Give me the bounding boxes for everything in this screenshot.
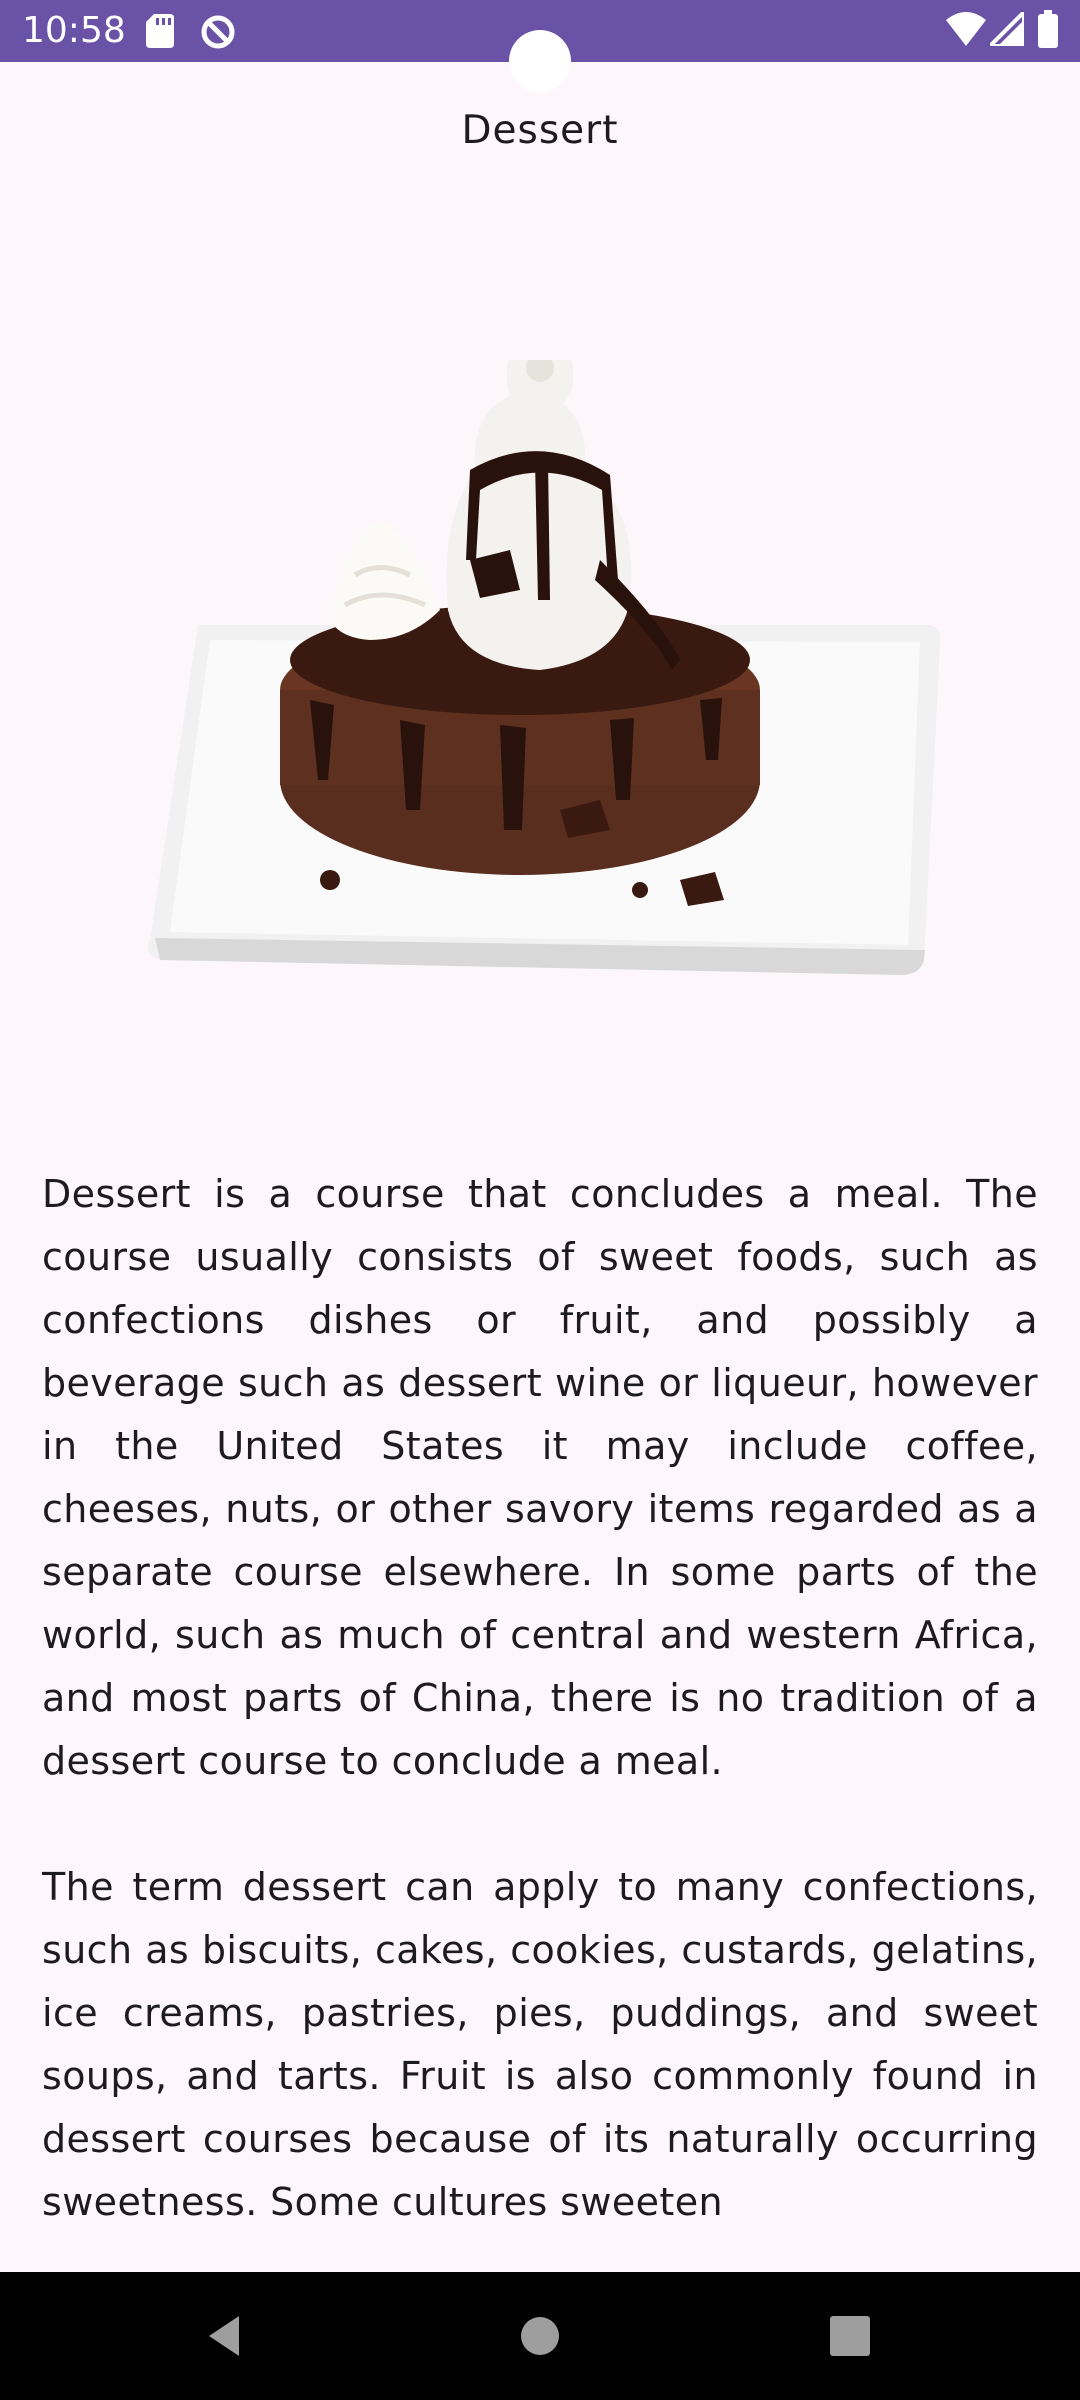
article-paragraph: Dessert is a course that concludes a mea… <box>42 1172 1038 1783</box>
data-saver-icon <box>201 15 235 49</box>
article-body: Dessert is a course that concludes a mea… <box>42 1163 1038 2271</box>
page-title: Dessert <box>461 108 619 153</box>
status-time: 10:58 <box>22 10 126 51</box>
camera-cutout <box>509 30 571 92</box>
cell-signal-icon <box>990 12 1024 46</box>
system-nav-bar <box>0 2272 1080 2400</box>
chocolate-lava-cake-with-soft-serve-icon <box>147 360 940 975</box>
wifi-icon <box>946 12 986 46</box>
recents-icon[interactable] <box>820 2306 880 2366</box>
sd-card-icon <box>146 14 174 48</box>
article-paragraph: The term dessert can apply to many confe… <box>42 1865 1038 2224</box>
battery-icon <box>1038 10 1058 48</box>
home-icon[interactable] <box>510 2306 570 2366</box>
back-icon[interactable] <box>195 2306 255 2366</box>
